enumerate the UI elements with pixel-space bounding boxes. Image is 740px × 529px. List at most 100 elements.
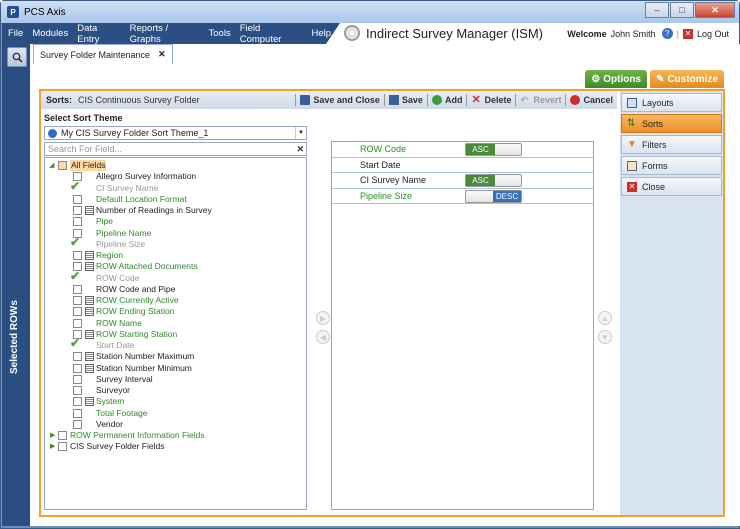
checkbox[interactable] bbox=[73, 374, 82, 384]
nav-close[interactable]: ✕ Close bbox=[621, 177, 722, 196]
tree-item-label: Pipeline Name bbox=[96, 227, 152, 238]
tab-close-icon[interactable]: ✕ bbox=[158, 49, 166, 60]
selected-sorts-list: ROW Code ASC Start Date CI Survey Name ASC Pi… bbox=[331, 141, 594, 510]
save-and-close-button[interactable]: Save and Close bbox=[300, 95, 380, 106]
search-placeholder: Search For Field... bbox=[48, 144, 123, 154]
welcome-label: Welcome bbox=[567, 28, 607, 39]
tree-item-label: ROW Permanent Information Fields bbox=[70, 430, 205, 440]
checkbox[interactable] bbox=[73, 194, 82, 204]
checkbox[interactable] bbox=[58, 431, 67, 440]
close-window-button[interactable]: ✕ bbox=[695, 2, 735, 18]
sort-row[interactable]: Pipeline Size DESC bbox=[332, 189, 593, 204]
menu-reports-graphs[interactable]: Reports / Graphs bbox=[130, 23, 200, 45]
sort-direction-toggle[interactable]: DESC bbox=[465, 189, 522, 203]
tree-item-label: ROW Currently Active bbox=[96, 295, 179, 305]
tree-item-label: Surveyor bbox=[96, 385, 131, 395]
layouts-icon bbox=[627, 97, 637, 108]
customize-button[interactable]: ✎ Customize bbox=[650, 70, 724, 88]
tree-item-label: CIS Survey Folder Fields bbox=[70, 441, 165, 452]
list-icon bbox=[85, 251, 94, 260]
expand-arrow-icon[interactable]: ▶ bbox=[50, 430, 55, 441]
module-name: Indirect Survey Manager (ISM) bbox=[366, 25, 544, 41]
checkbox[interactable] bbox=[73, 284, 82, 294]
checkbox[interactable] bbox=[73, 206, 82, 215]
checkbox[interactable] bbox=[58, 442, 67, 452]
menu-modules[interactable]: Modules bbox=[32, 28, 68, 39]
nav-forms[interactable]: Forms bbox=[621, 156, 722, 175]
checkbox[interactable] bbox=[73, 307, 82, 317]
tab-survey-folder-maintenance[interactable]: Survey Folder Maintenance ✕ bbox=[33, 44, 173, 64]
sort-direction-toggle[interactable]: ASC bbox=[465, 143, 522, 156]
window-title: PCS Axis bbox=[24, 6, 66, 18]
tree-item-label: Pipeline Size bbox=[96, 238, 146, 249]
options-bar: ⚙ Options ✎ Customize bbox=[585, 70, 724, 88]
sort-row[interactable]: CI Survey Name ASC bbox=[332, 173, 593, 189]
checkbox[interactable] bbox=[73, 397, 82, 407]
help-icon[interactable]: ? bbox=[661, 28, 673, 39]
collapse-arrow-icon[interactable]: ◢ bbox=[49, 160, 54, 171]
tree-item-label: Pipe bbox=[96, 216, 114, 227]
search-icon[interactable] bbox=[7, 47, 27, 67]
add-icon bbox=[431, 95, 442, 106]
checkbox[interactable] bbox=[73, 318, 82, 328]
menu-tools[interactable]: Tools bbox=[209, 28, 231, 39]
revert-button[interactable]: ↶ Revert bbox=[520, 95, 561, 106]
delete-button[interactable]: ✕ Delete bbox=[471, 95, 511, 106]
list-icon bbox=[85, 296, 94, 305]
checkbox[interactable] bbox=[73, 352, 82, 362]
user-name: John Smith bbox=[610, 28, 656, 39]
checkbox[interactable] bbox=[73, 296, 82, 305]
checkbox[interactable] bbox=[73, 363, 82, 373]
save-button[interactable]: Save bbox=[388, 95, 423, 106]
tree-item-label: Survey Interval bbox=[96, 373, 153, 384]
minimize-button[interactable]: – bbox=[645, 2, 669, 18]
sort-direction-toggle[interactable]: ASC bbox=[465, 174, 522, 187]
clear-search-icon[interactable]: ✕ bbox=[296, 143, 304, 155]
sort-field-label: CI Survey Name bbox=[360, 175, 427, 185]
check-icon: ✔ bbox=[70, 178, 81, 193]
sort-row[interactable]: ROW Code ASC bbox=[332, 142, 593, 158]
expand-arrow-icon[interactable]: ▶ bbox=[50, 441, 55, 452]
move-down-button[interactable]: ▼ bbox=[598, 330, 612, 344]
logout-icon[interactable]: ✕ bbox=[682, 28, 693, 39]
tree-item-label: Number of Readings in Survey bbox=[96, 205, 212, 215]
checkbox[interactable] bbox=[73, 386, 82, 395]
tree-item-label: ROW Attached Documents bbox=[96, 261, 198, 272]
revert-icon: ↶ bbox=[520, 95, 529, 106]
sort-field-label: ROW Code bbox=[360, 144, 407, 154]
nav-layouts[interactable]: Layouts bbox=[621, 93, 722, 112]
sort-row[interactable]: Start Date bbox=[332, 158, 593, 173]
checkbox[interactable] bbox=[73, 251, 82, 260]
menu-field-computer[interactable]: Field Computer bbox=[240, 23, 303, 45]
sort-theme-dropdown[interactable]: My CIS Survey Folder Sort Theme_1 ▼ bbox=[44, 126, 307, 140]
checkbox[interactable] bbox=[73, 419, 82, 429]
add-button[interactable]: Add bbox=[431, 95, 462, 106]
options-button[interactable]: ⚙ Options bbox=[585, 70, 648, 88]
tree-item-label: ROW Name bbox=[96, 317, 142, 328]
logout-link[interactable]: Log Out bbox=[697, 29, 729, 39]
maximize-button[interactable]: □ bbox=[670, 2, 694, 18]
menu-file[interactable]: File bbox=[8, 28, 23, 39]
menu-data-entry[interactable]: Data Entry bbox=[77, 23, 120, 45]
move-right-button[interactable]: ▶ bbox=[316, 311, 330, 325]
move-left-button[interactable]: ◀ bbox=[316, 330, 330, 344]
tree-item-label: Station Number Maximum bbox=[96, 351, 195, 362]
checkbox[interactable] bbox=[73, 217, 82, 227]
application-window: P PCS Axis – □ ✕ File Modules Data Entry… bbox=[0, 0, 740, 529]
selected-rows-panel-toggle[interactable]: Selected ROWs bbox=[9, 300, 20, 374]
search-field-input[interactable]: Search For Field... ✕ bbox=[44, 142, 307, 156]
sort-field-label: Start Date bbox=[360, 159, 401, 170]
menu-help[interactable]: Help bbox=[311, 28, 331, 39]
nav-sorts[interactable]: ⇅ Sorts bbox=[621, 114, 722, 133]
move-up-button[interactable]: ▲ bbox=[598, 311, 612, 325]
checkbox[interactable] bbox=[73, 408, 82, 418]
tree-item-label: Start Date bbox=[96, 340, 135, 350]
title-bar: P PCS Axis – □ ✕ bbox=[1, 1, 739, 23]
field-tree: ◢ All Fields Allegro Survey Information ✔ CI… bbox=[44, 157, 307, 510]
nav-filters[interactable]: ▼ Filters bbox=[621, 135, 722, 154]
chevron-down-icon[interactable]: ▼ bbox=[295, 127, 306, 139]
cancel-button[interactable]: Cancel bbox=[570, 95, 613, 106]
sorts-label: Sorts: bbox=[46, 95, 73, 105]
checkbox[interactable] bbox=[58, 161, 67, 170]
ism-logo-icon bbox=[344, 25, 360, 41]
